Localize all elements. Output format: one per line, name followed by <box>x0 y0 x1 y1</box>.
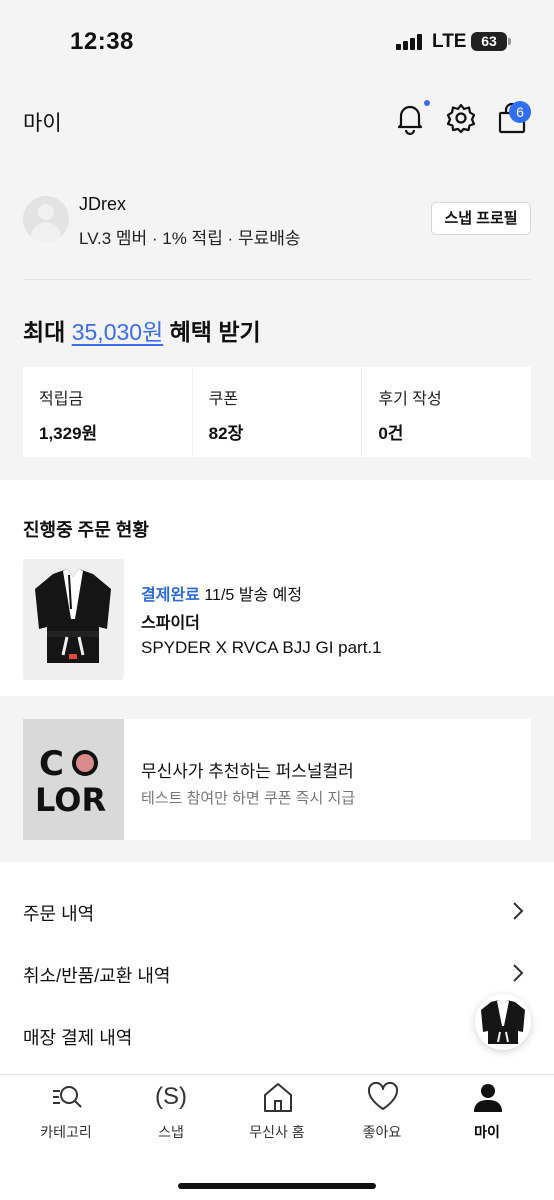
promo-image-word: LOR <box>35 781 106 819</box>
bottom-tab-bar: 카테고리 (S) 스냅 무신사 홈 좋아요 마이 <box>0 1074 554 1200</box>
stat-label: 후기 작성 <box>378 391 442 408</box>
promo-title: 무신사가 추천하는 퍼스널컬러 <box>141 762 354 781</box>
jacket-image <box>35 569 111 663</box>
orders-section: 진행중 주문 현황 결제완료 11/5 발송 예정 스파이더 SPYDER X … <box>0 480 554 696</box>
home-icon <box>264 1083 292 1112</box>
stats-card: 적립금 1,329원 쿠폰 82장 후기 작성 0건 <box>23 367 531 457</box>
chevron-right-icon <box>513 964 524 982</box>
profile-section: JDrex LV.3 멤버 · 1% 적립 · 무료배송 스냅 프로필 <box>0 180 554 280</box>
benefit-suffix: 혜택 받기 <box>163 319 261 345</box>
cart-badge: 6 <box>509 101 531 123</box>
tab-label: 카테고리 <box>40 1124 92 1140</box>
tab-snap[interactable]: (S) 스냅 <box>116 1075 226 1155</box>
menu-label: 매장 결제 내역 <box>23 1028 133 1048</box>
promo-image: C LOR <box>23 719 124 840</box>
header: 마이 <box>0 84 554 164</box>
benefit-banner[interactable]: 최대 35,030원 혜택 받기 <box>23 313 261 347</box>
jacket-thumbnail <box>481 1000 525 1044</box>
avatar[interactable] <box>23 196 69 242</box>
stat-value: 0건 <box>378 424 404 443</box>
signal-icon <box>396 34 426 50</box>
chevron-right-icon <box>513 902 524 920</box>
menu-label: 취소/반품/교환 내역 <box>23 966 171 986</box>
order-brand[interactable]: 스파이더 <box>141 609 200 633</box>
stat-value: 82장 <box>208 424 244 443</box>
color-promo-graphic: C LOR <box>35 744 106 819</box>
menu-item-order-history[interactable]: 주문 내역 <box>0 862 554 924</box>
menu-label: 주문 내역 <box>23 904 95 924</box>
snap-profile-button[interactable]: 스냅 프로필 <box>431 202 531 235</box>
tab-home[interactable]: 무신사 홈 <box>222 1075 332 1155</box>
member-info: LV.3 멤버 · 1% 적립 · 무료배송 <box>79 229 301 248</box>
order-status: 결제완료 11/5 발송 예정 <box>141 581 302 605</box>
promo-banner[interactable]: C LOR 무신사가 추천하는 퍼스널컬러 테스트 참여만 하면 쿠폰 즉시 지… <box>23 719 531 840</box>
stat-label: 적립금 <box>39 391 84 408</box>
product-image[interactable] <box>23 559 124 680</box>
order-schedule: 11/5 발송 예정 <box>199 587 303 604</box>
tab-label: 무신사 홈 <box>249 1124 305 1140</box>
order-product-name[interactable]: SPYDER X RVCA BJJ GI part.1 <box>141 638 382 658</box>
snap-icon: (S) <box>155 1083 187 1110</box>
status-time: 12:38 <box>70 28 134 55</box>
gear-icon[interactable] <box>443 100 479 136</box>
tab-label: 마이 <box>474 1124 500 1140</box>
floating-product-thumbnail[interactable] <box>475 994 531 1050</box>
person-icon <box>474 1084 502 1112</box>
tab-likes[interactable]: 좋아요 <box>327 1075 437 1155</box>
benefit-amount[interactable]: 35,030원 <box>72 319 164 345</box>
stat-coupons[interactable]: 쿠폰 82장 <box>193 367 363 457</box>
benefit-prefix: 최대 <box>23 319 72 345</box>
tab-label: 스냅 <box>158 1124 184 1140</box>
battery-icon: 63 <box>471 32 507 51</box>
bell-icon[interactable] <box>392 100 428 136</box>
notification-dot <box>424 100 430 106</box>
menu-item-store-payment[interactable]: 매장 결제 내역 <box>0 986 554 1048</box>
category-search-icon <box>53 1086 82 1108</box>
order-status-label: 결제완료 <box>141 587 200 604</box>
promo-subtitle: 테스트 참여만 하면 쿠폰 즉시 지급 <box>141 790 356 807</box>
menu-item-cancel-return[interactable]: 취소/반품/교환 내역 <box>0 924 554 986</box>
tab-label: 좋아요 <box>362 1124 402 1140</box>
stat-points[interactable]: 적립금 1,329원 <box>23 367 193 457</box>
home-indicator <box>178 1183 376 1189</box>
stat-reviews[interactable]: 후기 작성 0건 <box>362 367 531 457</box>
stat-label: 쿠폰 <box>208 391 239 408</box>
divider <box>23 279 531 280</box>
network-label: LTE <box>432 31 467 52</box>
status-bar: 12:38 LTE 63 <box>0 0 554 84</box>
stat-value: 1,329원 <box>39 424 98 443</box>
username: JDrex <box>79 194 127 214</box>
battery-nub <box>508 38 511 45</box>
menu-list: 주문 내역 취소/반품/교환 내역 매장 결제 내역 <box>0 862 554 1074</box>
tab-category[interactable]: 카테고리 <box>11 1075 121 1155</box>
tab-my[interactable]: 마이 <box>432 1075 542 1155</box>
page-title: 마이 <box>23 112 62 135</box>
orders-title: 진행중 주문 현황 <box>23 520 149 540</box>
promo-image-letter: C <box>39 744 64 784</box>
heart-icon <box>367 1081 399 1110</box>
